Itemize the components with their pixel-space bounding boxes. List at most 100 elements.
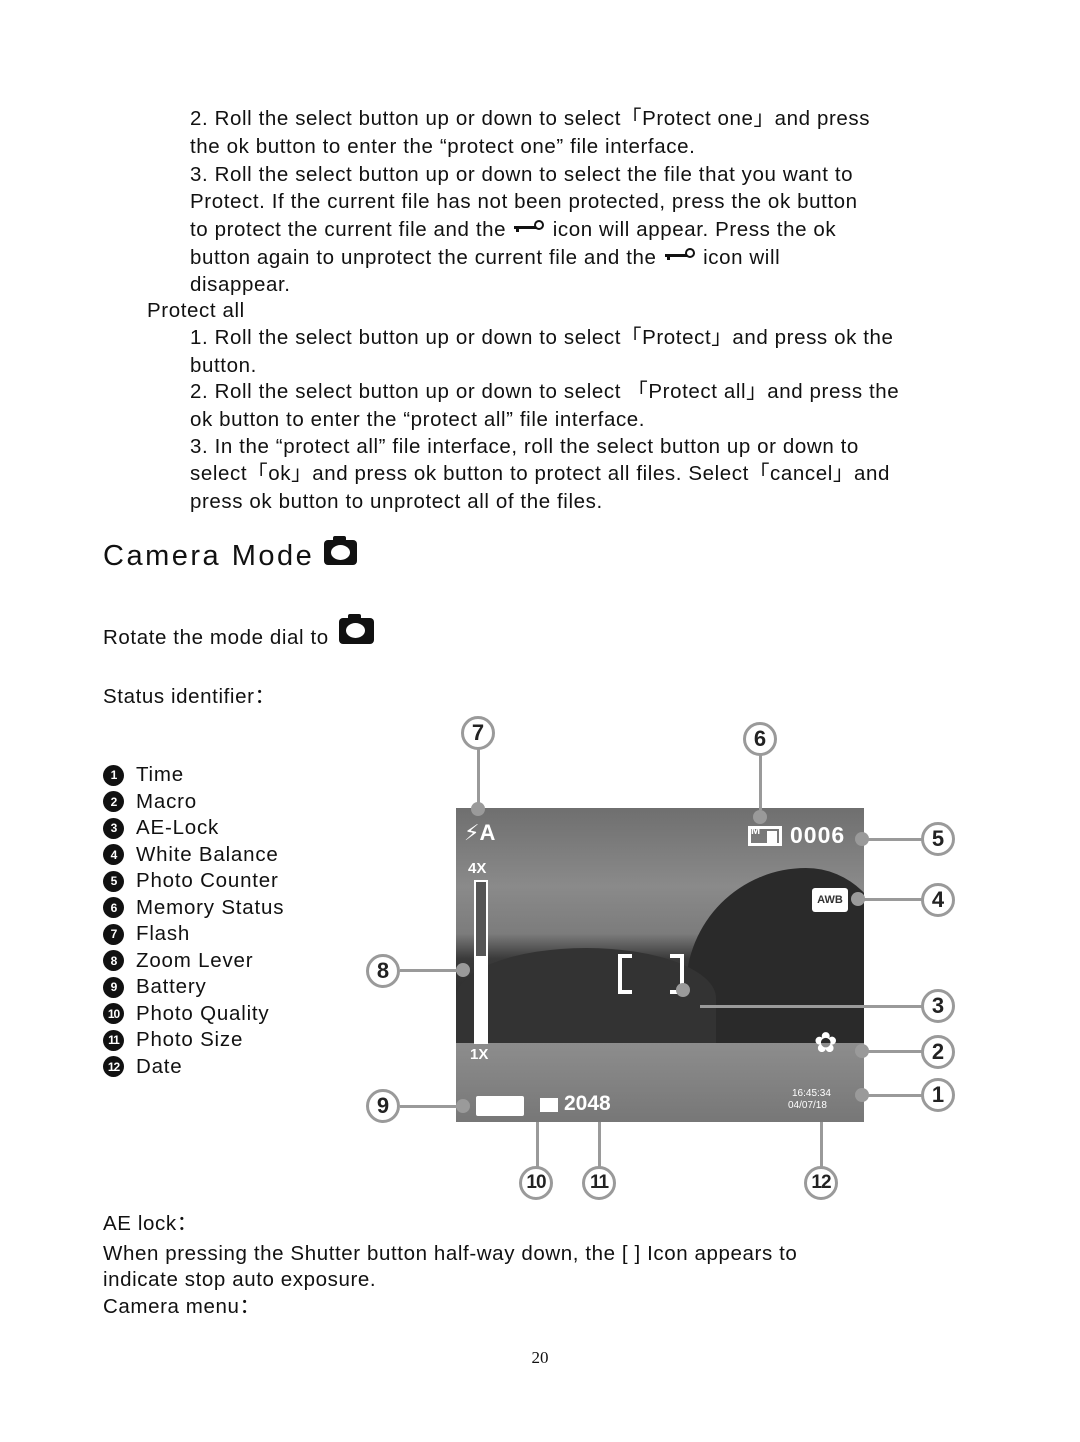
camera-icon xyxy=(338,614,374,644)
callout-line xyxy=(759,755,762,810)
number-badge: 1 xyxy=(103,764,124,786)
zoom-min-label: 1X xyxy=(470,1046,489,1063)
legend-label: Memory Status xyxy=(136,895,285,919)
text-fragment: Rotate the mode dial to xyxy=(103,626,329,649)
callout-dot xyxy=(851,892,865,906)
callout-4: 4 xyxy=(921,883,955,917)
battery-icon xyxy=(476,1096,524,1116)
number-badge: 10 xyxy=(103,1003,124,1025)
rotate-instruction: Rotate the mode dial to xyxy=(103,614,374,651)
zoom-bar-empty xyxy=(476,882,486,956)
step-text: 3. In the “protect all” file interface, … xyxy=(190,435,859,458)
callout-3: 3 xyxy=(921,989,955,1023)
number-badge: 8 xyxy=(103,950,124,972)
number-badge: 9 xyxy=(103,976,124,998)
callout-dot xyxy=(855,832,869,846)
ae-lock-text: indicate stop auto exposure. xyxy=(103,1268,377,1291)
callout-line xyxy=(598,1122,601,1168)
callout-line xyxy=(477,748,480,808)
page-number: 20 xyxy=(531,1348,549,1367)
step-text: button. xyxy=(190,354,257,377)
callout-6: 6 xyxy=(743,722,777,756)
legend-item: 7 Flash xyxy=(103,921,284,948)
callout-dot xyxy=(855,1088,869,1102)
callout-dot xyxy=(456,963,470,977)
callout-line xyxy=(860,1094,922,1097)
text-fragment: icon will xyxy=(703,246,781,269)
callout-9: 9 xyxy=(366,1089,400,1123)
callout-dot xyxy=(471,802,485,816)
memory-letter: M xyxy=(751,825,761,837)
number-badge: 6 xyxy=(103,897,124,919)
legend-item: 11 Photo Size xyxy=(103,1027,284,1054)
step-text: ok button to enter the “protect all” fil… xyxy=(190,408,646,431)
camera-lcd-screen: ⚡A 4X 1X M 0006 AWB ✿ 2048 16:45:34 04/0… xyxy=(456,808,864,1122)
number-badge: 12 xyxy=(103,1056,124,1078)
legend-item: 2 Macro xyxy=(103,789,284,816)
legend-item: 12 Date xyxy=(103,1054,284,1081)
callout-line xyxy=(400,969,462,972)
step-text: Protect. If the current file has not bee… xyxy=(190,190,858,213)
legend-label: Macro xyxy=(136,789,197,813)
step-text: 2. Roll the select button up or down to … xyxy=(190,380,900,403)
legend-label: Photo Size xyxy=(136,1028,244,1052)
callout-line xyxy=(700,1005,922,1008)
step-text: press ok button to unprotect all of the … xyxy=(190,490,603,513)
legend-label: Battery xyxy=(136,975,207,999)
callout-7: 7 xyxy=(461,716,495,750)
section-title: Camera Mode xyxy=(103,536,358,573)
camera-menu-heading: Camera menu： xyxy=(103,1295,261,1318)
step-text: the ok button to enter the “protect one”… xyxy=(190,135,696,158)
photo-size: 2048 xyxy=(564,1092,611,1115)
step-text: 3. Roll the select button up or down to … xyxy=(190,163,854,186)
callout-10: 10 xyxy=(519,1166,553,1200)
step-text: 1. Roll the select button up or down to … xyxy=(190,326,894,349)
photo-quality-icon xyxy=(540,1098,558,1112)
time-readout: 16:45:34 xyxy=(792,1088,831,1099)
callout-12: 12 xyxy=(804,1166,838,1200)
step-text: select「ok」and press ok button to protect… xyxy=(190,462,891,485)
step-text: button again to unprotect the current fi… xyxy=(190,244,780,271)
legend-label: Photo Counter xyxy=(136,869,279,893)
legend-item: 10 Photo Quality xyxy=(103,1001,284,1028)
legend-item: 3 AE-Lock xyxy=(103,815,284,842)
text-fragment: icon will appear. Press the ok xyxy=(552,218,837,241)
step-text: disappear. xyxy=(190,273,291,296)
text-fragment: button again to unprotect the current fi… xyxy=(190,246,657,269)
callout-line xyxy=(536,1122,539,1168)
zoom-max-label: 4X xyxy=(468,860,487,877)
memory-status-icon: M xyxy=(748,825,782,846)
protect-key-icon xyxy=(664,248,695,262)
camera-icon xyxy=(324,536,358,565)
legend-label: Flash xyxy=(136,922,191,946)
number-badge: 7 xyxy=(103,923,124,945)
callout-dot xyxy=(753,810,767,824)
date-readout: 04/07/18 xyxy=(788,1100,827,1111)
ae-lock-text: When pressing the Shutter button half-wa… xyxy=(103,1242,798,1265)
legend-item: 9 Battery xyxy=(103,974,284,1001)
protect-all-heading: Protect all xyxy=(147,299,245,322)
legend-label: AE-Lock xyxy=(136,816,220,840)
legend-item: 6 Memory Status xyxy=(103,895,284,922)
number-badge: 11 xyxy=(103,1029,124,1051)
callout-line xyxy=(860,838,922,841)
legend-label: White Balance xyxy=(136,842,279,866)
status-legend: 1 Time 2 Macro 3 AE-Lock 4 White Balance 5 Ph… xyxy=(103,762,284,1080)
callout-dot xyxy=(456,1099,470,1113)
callout-2: 2 xyxy=(921,1035,955,1069)
callout-1: 1 xyxy=(921,1078,955,1112)
zoom-bar xyxy=(474,880,488,1044)
callout-line xyxy=(400,1105,462,1108)
number-badge: 4 xyxy=(103,844,124,866)
callout-line xyxy=(820,1122,823,1168)
macro-icon: ✿ xyxy=(814,1027,838,1058)
callout-dot xyxy=(855,1044,869,1058)
legend-item: 4 White Balance xyxy=(103,842,284,869)
legend-label: Photo Quality xyxy=(136,1001,270,1025)
photo-counter: 0006 xyxy=(790,822,846,848)
status-identifier-label: Status identifier： xyxy=(103,685,276,708)
number-badge: 5 xyxy=(103,870,124,892)
number-badge: 2 xyxy=(103,791,124,813)
text-fragment: to protect the current file and the xyxy=(190,218,507,241)
step-text: to protect the current file and the icon… xyxy=(190,216,836,243)
